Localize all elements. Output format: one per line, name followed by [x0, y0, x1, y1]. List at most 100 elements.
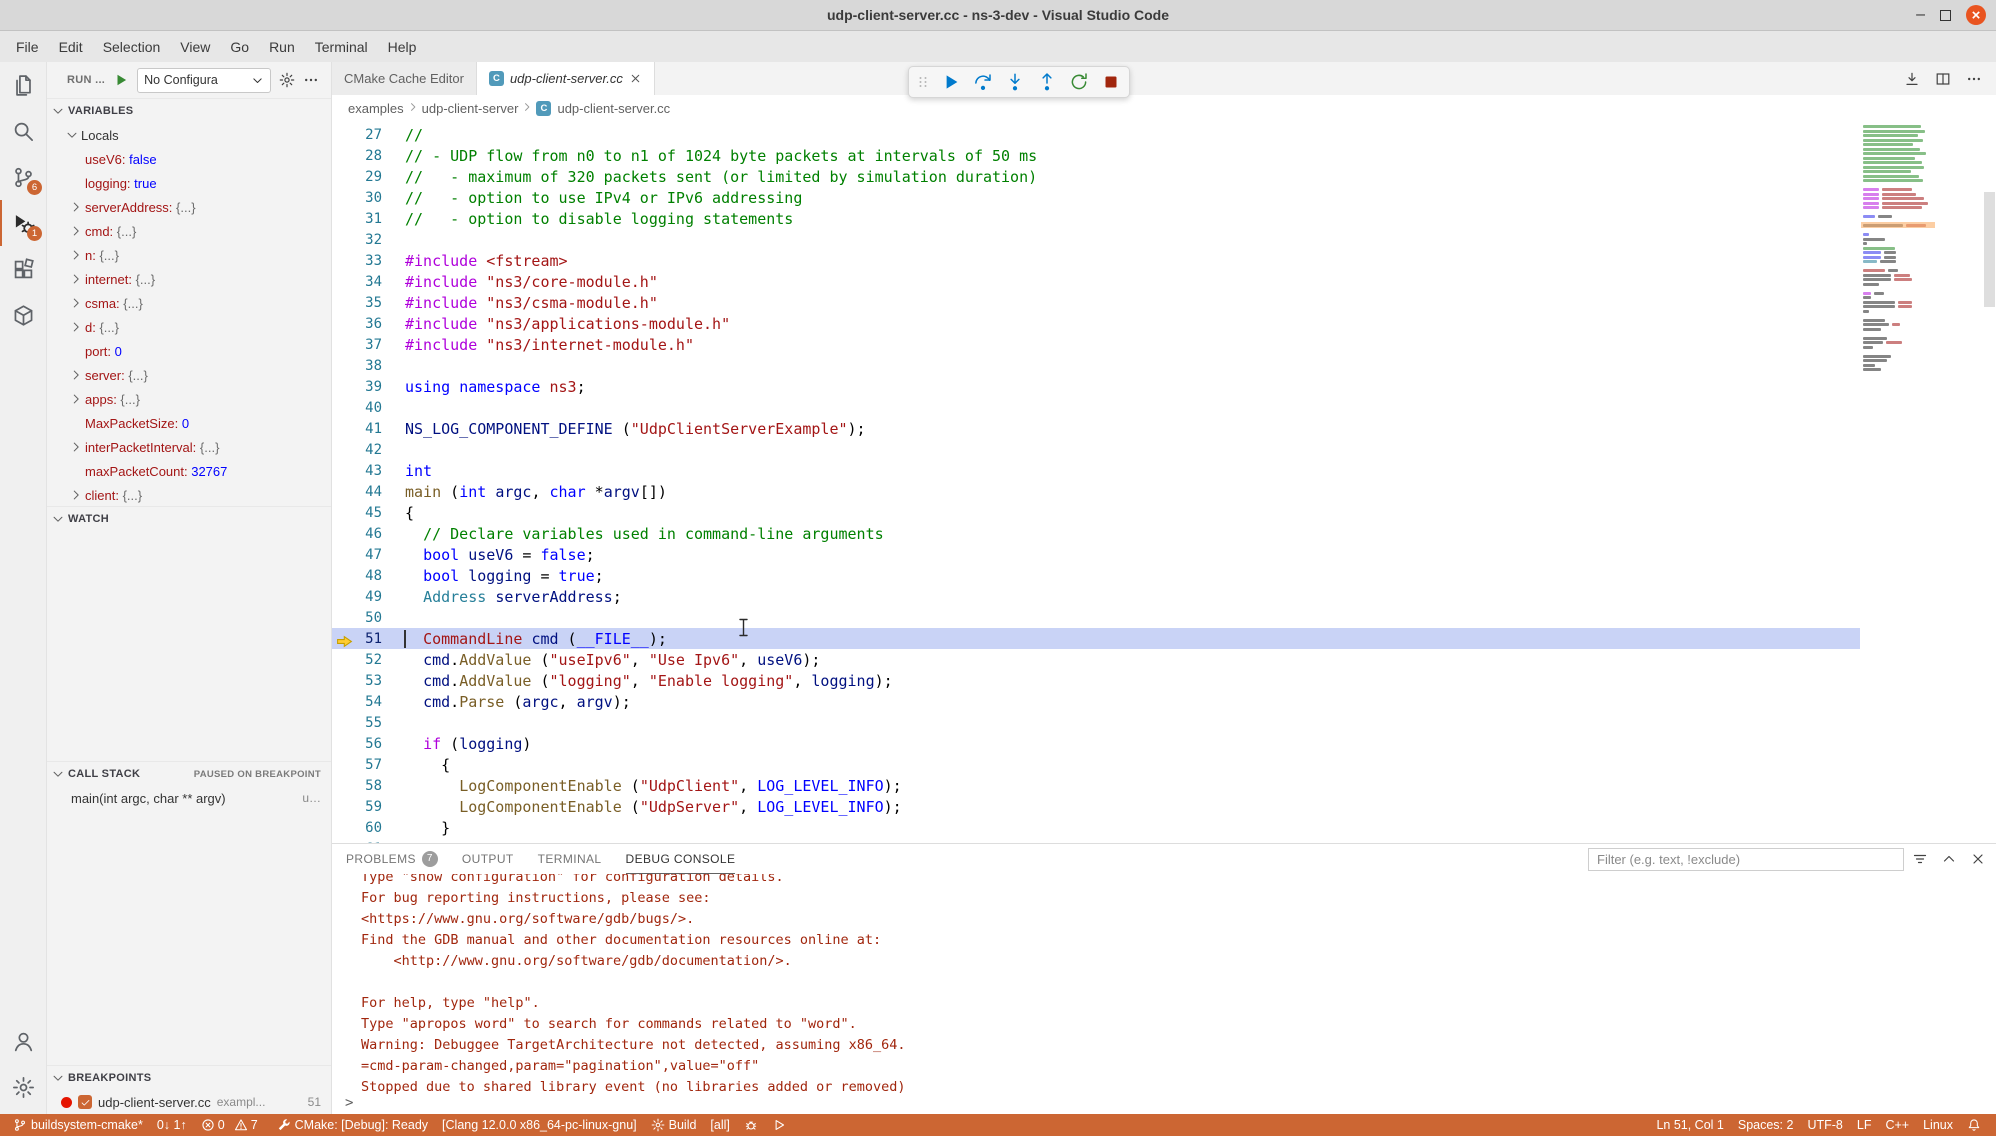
scope-locals[interactable]: Locals — [47, 123, 331, 147]
variable-row-client[interactable]: client: {...} — [47, 483, 331, 507]
close-panel-icon[interactable] — [1970, 851, 1986, 867]
breadcrumb-item[interactable]: examples — [348, 101, 404, 116]
statusbar-git-sync[interactable]: 0↓ 1↑ — [150, 1114, 194, 1136]
statusbar-problems[interactable]: 07 — [194, 1114, 270, 1136]
code-line-38[interactable]: 38 — [332, 355, 1860, 376]
menu-terminal[interactable]: Terminal — [305, 39, 378, 55]
gutter-line-number[interactable]: 38 — [332, 358, 382, 374]
activity-search[interactable] — [0, 108, 46, 154]
gutter-line-number[interactable]: 40 — [332, 400, 382, 416]
code-line-36[interactable]: 36#include "ns3/applications-module.h" — [332, 313, 1860, 334]
gutter-line-number[interactable]: 60 — [332, 820, 382, 836]
breadcrumb-item[interactable]: udp-client-server — [422, 101, 519, 116]
filter-toggle-icon[interactable] — [1912, 851, 1928, 867]
code-line-43[interactable]: 43int — [332, 460, 1860, 481]
statusbar-language-mode[interactable]: C++ — [1878, 1114, 1916, 1136]
menu-go[interactable]: Go — [220, 39, 259, 55]
code-line-51[interactable]: 51 CommandLine cmd (__FILE__); — [332, 628, 1860, 649]
statusbar-remote-os[interactable]: Linux — [1916, 1114, 1960, 1136]
stack-frame-main[interactable]: main(int argc, char ** argv) u… — [47, 786, 331, 810]
gutter-line-number[interactable]: 50 — [332, 610, 382, 626]
gutter-line-number[interactable]: 51 — [332, 631, 382, 647]
code-line-35[interactable]: 35#include "ns3/csma-module.h" — [332, 292, 1860, 313]
menu-edit[interactable]: Edit — [49, 39, 93, 55]
code-line-28[interactable]: 28// - UDP flow from n0 to n1 of 1024 by… — [332, 145, 1860, 166]
scrollbar-thumb[interactable] — [1984, 192, 1995, 307]
menu-view[interactable]: View — [170, 39, 220, 55]
variable-row-interPacketInterval[interactable]: interPacketInterval: {...} — [47, 435, 331, 459]
gutter-line-number[interactable]: 57 — [332, 757, 382, 773]
variable-row-useV6[interactable]: useV6: false — [47, 147, 331, 171]
code-line-54[interactable]: 54 cmd.Parse (argc, argv); — [332, 691, 1860, 712]
gutter-line-number[interactable]: 58 — [332, 778, 382, 794]
activity-manage[interactable] — [0, 1064, 46, 1110]
vertical-scrollbar[interactable] — [1983, 122, 1996, 843]
code-editor[interactable]: 27//28// - UDP flow from n0 to n1 of 102… — [332, 122, 1996, 843]
code-line-34[interactable]: 34#include "ns3/core-module.h" — [332, 271, 1860, 292]
code-line-49[interactable]: 49 Address serverAddress; — [332, 586, 1860, 607]
gutter-line-number[interactable]: 56 — [332, 736, 382, 752]
gutter-line-number[interactable]: 28 — [332, 148, 382, 164]
code-line-27[interactable]: 27// — [332, 124, 1860, 145]
variable-row-serverAddress[interactable]: serverAddress: {...} — [47, 195, 331, 219]
debug-console-output[interactable]: Type "show configuration" for configurat… — [332, 874, 1996, 1094]
variable-row-port[interactable]: port: 0 — [47, 339, 331, 363]
gutter-line-number[interactable]: 29 — [332, 169, 382, 185]
gutter-line-number[interactable]: 31 — [332, 211, 382, 227]
gutter-line-number[interactable]: 36 — [332, 316, 382, 332]
download-button[interactable] — [1904, 71, 1920, 87]
code-line-52[interactable]: 52 cmd.AddValue ("useIpv6", "Use Ipv6", … — [332, 649, 1860, 670]
gutter-line-number[interactable]: 33 — [332, 253, 382, 269]
variable-row-cmd[interactable]: cmd: {...} — [47, 219, 331, 243]
console-filter-input[interactable] — [1588, 848, 1904, 871]
maximize-panel-icon[interactable] — [1941, 851, 1957, 867]
tab-cmake-cache-editor[interactable]: CMake Cache Editor — [332, 62, 477, 95]
variable-row-apps[interactable]: apps: {...} — [47, 387, 331, 411]
code-line-53[interactable]: 53 cmd.AddValue ("logging", "Enable logg… — [332, 670, 1860, 691]
activity-run-and-debug[interactable]: 1 — [0, 200, 46, 246]
statusbar-cmake-debug[interactable] — [737, 1114, 765, 1136]
debug-console-prompt[interactable]: > — [332, 1092, 1996, 1114]
code-line-39[interactable]: 39using namespace ns3; — [332, 376, 1860, 397]
code-line-58[interactable]: 58 LogComponentEnable ("UdpClient", LOG_… — [332, 775, 1860, 796]
code-line-48[interactable]: 48 bool logging = true; — [332, 565, 1860, 586]
minimize-icon[interactable] — [1916, 7, 1925, 23]
code-line-41[interactable]: 41NS_LOG_COMPONENT_DEFINE ("UdpClientSer… — [332, 418, 1860, 439]
variable-row-MaxPacketSize[interactable]: MaxPacketSize: 0 — [47, 411, 331, 435]
statusbar-indentation[interactable]: Spaces: 2 — [1731, 1114, 1801, 1136]
gutter-line-number[interactable]: 47 — [332, 547, 382, 563]
code-line-57[interactable]: 57 { — [332, 754, 1860, 775]
code-line-31[interactable]: 31// - option to disable logging stateme… — [332, 208, 1860, 229]
statusbar-cmake-target[interactable]: [all] — [703, 1114, 736, 1136]
statusbar-cmake-status[interactable]: CMake: [Debug]: Ready — [270, 1114, 435, 1136]
statusbar-cmake-build[interactable]: Build — [644, 1114, 704, 1136]
statusbar-cursor-position[interactable]: Ln 51, Col 1 — [1649, 1114, 1730, 1136]
gutter-line-number[interactable]: 54 — [332, 694, 382, 710]
start-debugging-icon[interactable] — [113, 72, 129, 88]
continue-button[interactable] — [939, 70, 963, 94]
activity-explorer[interactable] — [0, 62, 46, 108]
gutter-line-number[interactable]: 49 — [332, 589, 382, 605]
menu-selection[interactable]: Selection — [93, 39, 171, 55]
tab-udp-client-server[interactable]: udp-client-server.cc — [477, 62, 655, 95]
drag-gripper-icon[interactable] — [915, 74, 931, 90]
gutter-line-number[interactable]: 44 — [332, 484, 382, 500]
breakpoint-checkbox[interactable] — [78, 1095, 92, 1109]
step-over-button[interactable] — [971, 70, 995, 94]
panel-tab-terminal[interactable]: TERMINAL — [538, 844, 602, 873]
close-icon[interactable] — [1966, 5, 1986, 25]
restore-icon[interactable] — [1940, 10, 1951, 21]
statusbar-git-branch[interactable]: buildsystem-cmake* — [6, 1114, 150, 1136]
panel-tab-debug-console[interactable]: DEBUG CONSOLE — [626, 844, 736, 874]
code-line-60[interactable]: 60 } — [332, 817, 1860, 838]
gutter-line-number[interactable]: 27 — [332, 127, 382, 143]
views-more-actions-icon[interactable] — [303, 72, 319, 88]
code-line-46[interactable]: 46 // Declare variables used in command-… — [332, 523, 1860, 544]
variable-row-d[interactable]: d: {...} — [47, 315, 331, 339]
code-line-56[interactable]: 56 if (logging) — [332, 733, 1860, 754]
code-line-29[interactable]: 29// - maximum of 320 packets sent (or l… — [332, 166, 1860, 187]
minimap[interactable] — [1861, 122, 1935, 843]
gutter-line-number[interactable]: 41 — [332, 421, 382, 437]
code-line-33[interactable]: 33#include <fstream> — [332, 250, 1860, 271]
menu-run[interactable]: Run — [259, 39, 305, 55]
